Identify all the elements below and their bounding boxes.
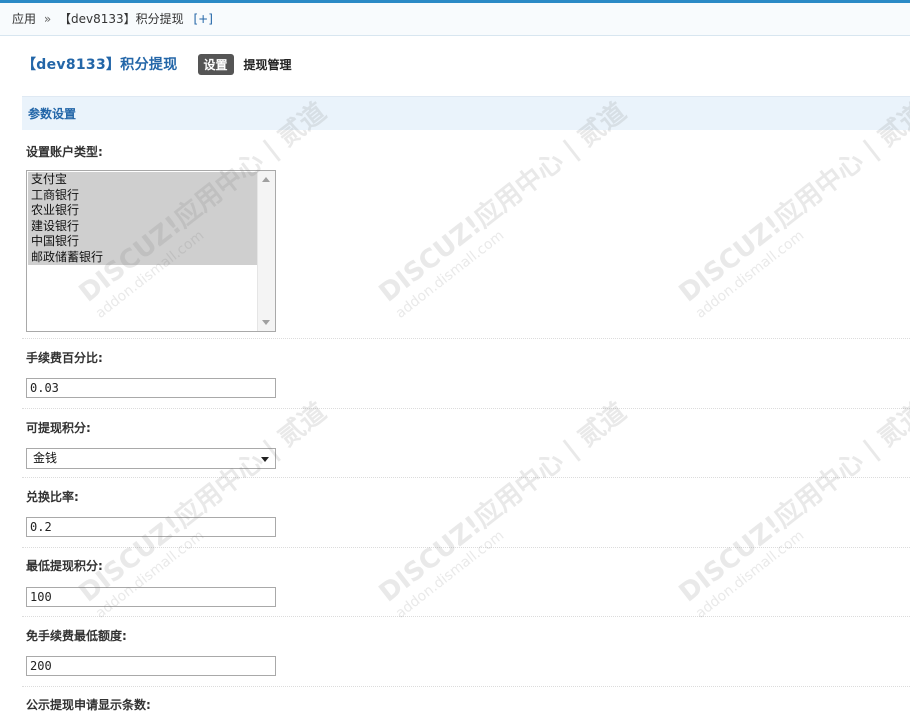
page-title: 【dev8133】积分提现	[22, 57, 178, 73]
watermark-domain: addon.dismall.com	[392, 527, 508, 622]
watermark-brand: DISCUZ!应用中心 | 贰道	[73, 397, 333, 609]
account-type-option[interactable]: 农业银行	[28, 203, 257, 219]
public-count-label: 公示提现申请显示条数:	[26, 698, 151, 712]
breadcrumb: 应用 » 【dev8133】积分提现 [+]	[0, 3, 910, 36]
scroll-up-icon[interactable]	[262, 177, 270, 182]
account-types-label: 设置账户类型:	[26, 145, 103, 159]
account-type-option[interactable]: 工商银行	[28, 187, 257, 203]
row-divider	[22, 477, 910, 478]
account-type-option[interactable]: 支付宝	[28, 172, 257, 188]
exchange-rate-label: 兑换比率:	[26, 490, 79, 504]
credit-type-select[interactable]: 金钱	[26, 448, 276, 469]
row-divider	[22, 686, 910, 687]
account-type-option[interactable]: 邮政储蓄银行	[28, 249, 257, 265]
chevron-down-icon	[261, 457, 269, 462]
watermark-brand: DISCUZ!应用中心 | 贰道	[373, 397, 633, 609]
watermark-domain: addon.dismall.com	[692, 227, 808, 322]
watermark-domain: addon.dismall.com	[392, 227, 508, 322]
add-shortcut-link[interactable]: [+]	[194, 12, 213, 26]
breadcrumb-current: 【dev8133】积分提现	[59, 12, 184, 26]
row-divider	[22, 408, 910, 409]
min-withdraw-input[interactable]	[26, 587, 276, 607]
watermark: DISCUZ!应用中心 | 贰道addon.dismall.com	[670, 393, 910, 622]
watermark-brand: DISCUZ!应用中心 | 贰道	[673, 397, 910, 609]
credit-type-label: 可提现积分:	[26, 421, 91, 435]
breadcrumb-root-link[interactable]: 应用	[12, 12, 36, 26]
credit-type-selected-value: 金钱	[33, 451, 58, 465]
page-header: 【dev8133】积分提现 设置 提现管理	[22, 52, 292, 76]
row-divider	[22, 338, 910, 339]
watermark: DISCUZ!应用中心 | 贰道addon.dismall.com	[370, 393, 643, 622]
watermark-domain: addon.dismall.com	[692, 527, 808, 622]
fee-free-min-label: 免手续费最低额度:	[26, 629, 127, 643]
breadcrumb-separator: »	[43, 12, 52, 26]
row-divider	[22, 547, 910, 548]
listbox-scrollbar[interactable]	[257, 171, 275, 331]
scroll-down-icon[interactable]	[262, 320, 270, 325]
account-type-option[interactable]: 建设银行	[28, 218, 257, 234]
tab-withdraw-management[interactable]: 提现管理	[244, 56, 292, 73]
min-withdraw-label: 最低提现积分:	[26, 559, 103, 573]
exchange-rate-input[interactable]	[26, 517, 276, 537]
fee-percent-input[interactable]	[26, 378, 276, 398]
section-title: 参数设置	[22, 96, 910, 130]
fee-free-min-input[interactable]	[26, 656, 276, 676]
account-type-option[interactable]: 中国银行	[28, 234, 257, 250]
fee-percent-label: 手续费百分比:	[26, 351, 103, 365]
row-divider	[22, 616, 910, 617]
account-types-options: 支付宝 工商银行 农业银行 建设银行 中国银行 邮政储蓄银行	[28, 172, 257, 265]
account-types-listbox[interactable]: 支付宝 工商银行 农业银行 建设银行 中国银行 邮政储蓄银行	[26, 170, 276, 332]
tab-settings[interactable]: 设置	[197, 53, 234, 75]
